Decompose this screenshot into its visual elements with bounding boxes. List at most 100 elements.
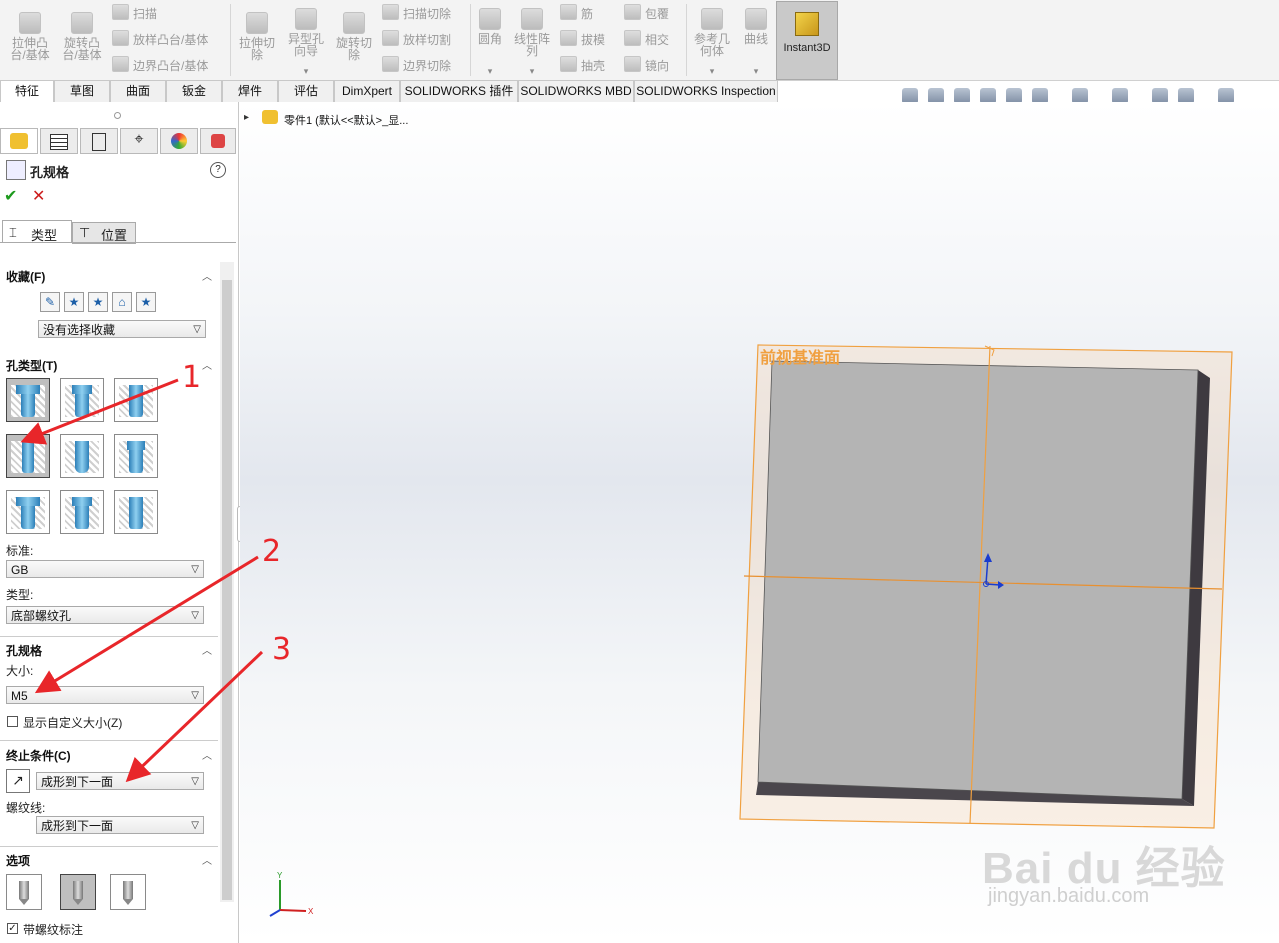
revolve-boss-icon xyxy=(71,12,93,34)
load-favorite-icon[interactable]: ★ xyxy=(136,292,156,312)
loft-icon xyxy=(112,30,129,46)
legacy-hole-button[interactable] xyxy=(114,434,158,478)
chevron-down-icon[interactable]: ▾ xyxy=(474,65,506,77)
delete-favorite-icon[interactable]: ★ xyxy=(88,292,108,312)
thread-select[interactable]: 成形到下一面 ▽ xyxy=(36,816,204,834)
instant3d-button[interactable]: Instant3D xyxy=(776,1,838,80)
tab-property-manager[interactable] xyxy=(40,128,78,154)
extrude-cut-button[interactable]: 拉伸切 除 xyxy=(234,12,280,61)
panel-scrollbar[interactable] xyxy=(220,262,234,902)
tab-feature-manager[interactable] xyxy=(0,128,38,154)
curves-button[interactable]: 曲线 ▾ xyxy=(738,8,774,77)
add-favorite-icon[interactable]: ★ xyxy=(64,292,84,312)
linear-pattern-button[interactable]: 线性阵 列 ▾ xyxy=(510,8,554,77)
end-condition-select[interactable]: 成形到下一面 ▽ xyxy=(36,772,204,790)
tab-evaluate[interactable]: 评估 xyxy=(278,80,334,102)
tab-configuration-manager[interactable] xyxy=(80,128,118,154)
hole-wizard-button[interactable]: 异型孔 向导 ▾ xyxy=(284,8,328,77)
annotation-number-2: 2 xyxy=(262,534,282,569)
fillet-button[interactable]: 圆角 ▾ xyxy=(474,8,506,77)
tab-solidworks-mbd[interactable]: SOLIDWORKS MBD xyxy=(518,80,634,102)
tapered-tap-hole-button[interactable] xyxy=(60,434,104,478)
show-custom-size-checkbox[interactable] xyxy=(7,716,18,727)
shell-button[interactable]: 抽壳 xyxy=(560,56,605,74)
apply-favorite-icon[interactable]: ✎ xyxy=(40,292,60,312)
countersink-slot-button[interactable] xyxy=(60,490,104,534)
tab-solidworks-inspection[interactable]: SOLIDWORKS Inspection xyxy=(634,80,778,102)
slot-button[interactable] xyxy=(114,490,158,534)
chevron-down-icon[interactable]: ▾ xyxy=(510,65,554,77)
hole-type-header[interactable]: 孔类型(T) xyxy=(6,357,57,374)
tab-solidworks-addins[interactable]: SOLIDWORKS 插件 xyxy=(400,80,518,102)
tap-drill-option-button[interactable] xyxy=(6,874,42,910)
graphics-area[interactable]: ▸ 零件1 (默认<<默认>_显... Y X 前视基准面 Bai du 经验 … xyxy=(240,102,1279,943)
size-select[interactable]: M5 ▽ xyxy=(6,686,204,704)
tab-sheet-metal[interactable]: 钣金 xyxy=(166,80,222,102)
tab-weldments[interactable]: 焊件 xyxy=(222,80,278,102)
ok-button[interactable]: ✔ xyxy=(4,186,17,206)
simple-hole-button[interactable] xyxy=(114,378,158,422)
counterbore-slot-button[interactable] xyxy=(6,490,50,534)
extrude-boss-button[interactable]: 拉伸凸 台/基体 xyxy=(6,12,54,61)
cancel-button[interactable]: ✕ xyxy=(32,186,45,206)
options-header[interactable]: 选项 xyxy=(6,852,30,869)
swept-cut-button[interactable]: 扫描切除 xyxy=(382,4,451,22)
chevron-down-icon[interactable]: ▾ xyxy=(284,65,328,77)
cosmetic-thread-option-button[interactable] xyxy=(60,874,96,910)
counterbore-hole-button[interactable] xyxy=(6,378,50,422)
save-favorite-icon[interactable]: ⌂ xyxy=(112,292,132,312)
type-select[interactable]: 底部螺纹孔 ▽ xyxy=(6,606,204,624)
model-viewport[interactable]: Y X xyxy=(240,102,1279,943)
tab-dimxpert[interactable]: DimXpert xyxy=(334,80,400,102)
scrollbar-thumb[interactable] xyxy=(222,280,232,900)
chevron-down-icon[interactable]: ▾ xyxy=(690,65,734,77)
extrude-boss-icon xyxy=(19,12,41,34)
chevron-down-icon[interactable]: ▾ xyxy=(738,65,774,77)
end-condition-header[interactable]: 终止条件(C) xyxy=(6,747,71,764)
favorites-header[interactable]: 收藏(F) xyxy=(6,268,45,285)
collapse-chevron-icon[interactable]: ︿ xyxy=(202,357,212,372)
thread-callout-checkbox[interactable]: ✓ xyxy=(7,923,18,934)
sweep-button[interactable]: 扫描 xyxy=(112,4,157,22)
lofted-cut-button[interactable]: 放样切割 xyxy=(382,30,451,48)
panel-grip-icon[interactable] xyxy=(114,112,121,119)
wrap-button[interactable]: 包覆 xyxy=(624,4,669,22)
divider xyxy=(0,636,218,637)
revolve-cut-button[interactable]: 旋转切 除 xyxy=(332,12,376,61)
collapse-chevron-icon[interactable]: ︿ xyxy=(202,642,212,657)
boundary-boss-button[interactable]: 边界凸台/基体 xyxy=(112,56,208,74)
standard-select[interactable]: GB ▽ xyxy=(6,560,204,578)
remove-thread-option-button[interactable] xyxy=(110,874,146,910)
draft-button[interactable]: 拔模 xyxy=(560,30,605,48)
tab-dimxpert-manager[interactable]: ⌖ xyxy=(120,128,158,154)
chevron-down-icon: ▽ xyxy=(191,690,199,701)
help-icon[interactable]: ? xyxy=(210,162,226,178)
collapse-chevron-icon[interactable]: ︿ xyxy=(202,747,212,762)
countersink-hole-button[interactable] xyxy=(60,378,104,422)
hole-spec-header[interactable]: 孔规格 xyxy=(6,642,42,659)
straight-tap-hole-button[interactable] xyxy=(6,434,50,478)
rib-button[interactable]: 筋 xyxy=(560,4,593,22)
tab-sketch[interactable]: 草图 xyxy=(54,80,110,102)
favorites-select[interactable]: 没有选择收藏 ▽ xyxy=(38,320,206,338)
mirror-button[interactable]: 镜向 xyxy=(624,56,669,74)
annotation-number-1: 1 xyxy=(182,360,202,395)
collapse-chevron-icon[interactable]: ︿ xyxy=(202,268,212,283)
subtab-position[interactable]: ⊤ 位置 xyxy=(72,222,136,244)
intersect-button[interactable]: 相交 xyxy=(624,30,669,48)
tab-surfaces[interactable]: 曲面 xyxy=(110,80,166,102)
boundary-cut-button[interactable]: 边界切除 xyxy=(382,56,451,74)
revolve-boss-button[interactable]: 旋转凸 台/基体 xyxy=(58,12,106,61)
subtab-type[interactable]: ⌶ 类型 xyxy=(2,220,72,243)
tab-features[interactable]: 特征 xyxy=(0,80,54,103)
loft-boss-button[interactable]: 放样凸台/基体 xyxy=(112,30,208,48)
tab-appearances[interactable] xyxy=(200,128,236,154)
reverse-direction-icon[interactable]: ↗ xyxy=(6,769,30,793)
reference-geometry-button[interactable]: 参考几 何体 ▾ xyxy=(690,8,734,77)
part-face[interactable] xyxy=(757,360,1199,800)
tab-display-manager[interactable] xyxy=(160,128,198,154)
crosshair-icon: ⌖ xyxy=(134,131,144,148)
position-tab-icon: ⊤ xyxy=(79,225,91,240)
reference-geometry-icon xyxy=(701,8,723,30)
collapse-chevron-icon[interactable]: ︿ xyxy=(202,852,212,867)
